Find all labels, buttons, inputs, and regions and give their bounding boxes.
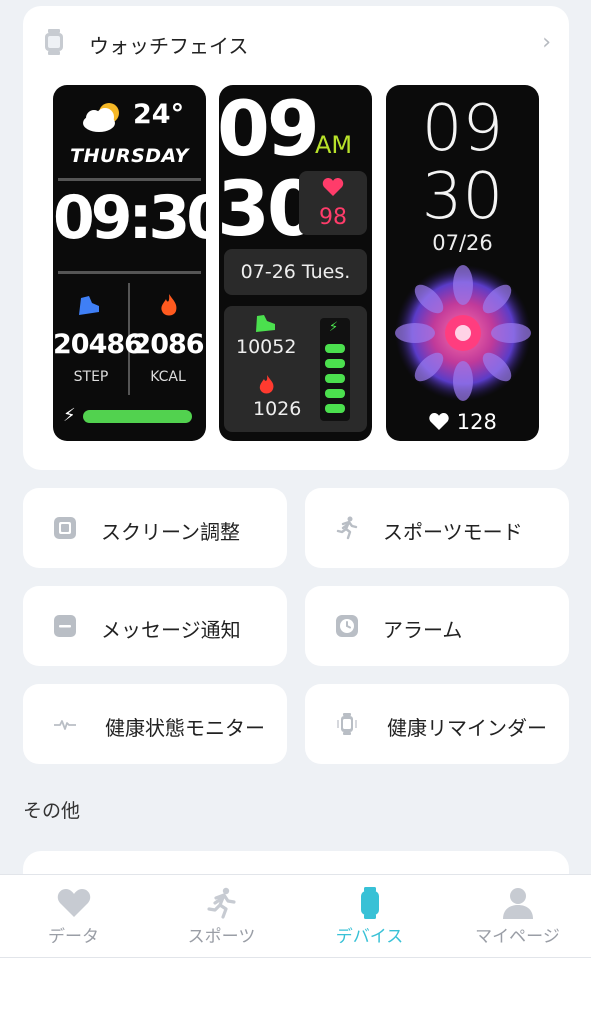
ampm: AM <box>315 131 353 159</box>
battery-segment <box>325 359 345 368</box>
tile-label: メッセージ通知 <box>101 618 241 642</box>
kcal-value: 1026 <box>253 398 302 420</box>
steps-value: 10052 <box>236 336 297 358</box>
battery-indicator: ⚡ <box>320 318 350 421</box>
person-icon <box>503 888 533 919</box>
pulse-icon <box>54 720 76 730</box>
weather-cloud-sun-icon <box>83 103 119 132</box>
section-title-other: その他 <box>23 800 81 822</box>
running-icon <box>336 516 358 540</box>
watch-icon <box>45 29 63 55</box>
charging-bolt-icon: ⚡ <box>329 320 339 335</box>
battery-segment <box>325 389 345 398</box>
running-icon <box>207 887 236 919</box>
flame-icon <box>259 375 274 394</box>
nav-item-mypage[interactable]: マイページ <box>444 875 591 957</box>
tile-health-monitor[interactable]: 健康状態モニター <box>23 684 287 764</box>
battery-segment <box>325 404 345 413</box>
heart-rate-box: 98 <box>299 171 367 235</box>
flame-icon <box>161 294 177 316</box>
heart-rate-value: 98 <box>319 205 347 230</box>
tile-label: 健康状態モニター <box>105 716 265 740</box>
nav-label: スポーツ <box>187 927 256 947</box>
steps-value: 20486 <box>53 329 143 360</box>
clock-icon <box>336 615 358 637</box>
tile-message-notification[interactable]: メッセージ通知 <box>23 586 287 666</box>
date: 07/26 <box>432 231 493 255</box>
nav-item-device[interactable]: デバイス <box>296 875 443 957</box>
battery-bar <box>83 410 192 423</box>
minute: 30 <box>421 160 504 234</box>
bottom-nav: データ スポーツ デバイス マイページ <box>0 874 591 958</box>
tile-label: スクリーン調整 <box>101 520 240 544</box>
nav-label: デバイス <box>335 927 404 947</box>
watch-icon <box>361 887 379 919</box>
battery-segment <box>325 344 345 353</box>
heart-icon <box>57 889 91 917</box>
kcal-unit: KCAL <box>150 369 186 385</box>
heart-icon <box>322 178 344 196</box>
tile-screen-adjust[interactable]: スクリーン調整 <box>23 488 287 568</box>
divider <box>58 271 201 274</box>
tile-health-reminder[interactable]: 健康リマインダー <box>305 684 569 764</box>
watchface-title: ウォッチフェイス <box>89 34 249 58</box>
battery-segment <box>325 374 345 383</box>
watchface-card: ウォッチフェイス › 24° THURSDAY 09:30 20486 2086… <box>23 6 569 470</box>
activity-box: 10052 1026 ⚡ <box>224 306 367 432</box>
nav-item-sports[interactable]: スポーツ <box>148 875 295 957</box>
date-box: 07-26 Tues. <box>224 249 367 295</box>
hour: 09 <box>421 92 504 166</box>
nav-label: データ <box>48 927 99 947</box>
tile-label: スポーツモード <box>383 520 523 544</box>
charging-bolt-icon: ⚡ <box>63 405 76 426</box>
watch-vibrate-icon <box>337 713 357 735</box>
nav-item-data[interactable]: データ <box>0 875 147 957</box>
tile-label: アラーム <box>383 618 463 642</box>
message-icon <box>54 615 76 637</box>
date: 07-26 Tues. <box>240 261 351 283</box>
shoe-icon <box>79 296 99 315</box>
temperature: 24° <box>133 99 185 130</box>
nav-label: マイページ <box>475 927 560 947</box>
hour: 09 <box>219 85 320 173</box>
steps-unit: STEP <box>73 369 109 385</box>
divider <box>58 178 201 181</box>
heart-rate: 128 <box>386 410 539 434</box>
watchface-option-1[interactable]: 24° THURSDAY 09:30 20486 2086 STEP KCAL … <box>53 85 206 441</box>
heart-icon <box>429 412 449 431</box>
flower-image <box>395 265 531 401</box>
tile-label: 健康リマインダー <box>387 716 547 740</box>
heart-rate-value: 128 <box>456 410 497 434</box>
screen-icon <box>54 517 76 539</box>
weekday: THURSDAY <box>70 145 189 167</box>
watchface-option-2[interactable]: 09 30 AM 98 07-26 Tues. 10052 1026 ⚡ <box>219 85 372 441</box>
chevron-right-icon[interactable]: › <box>542 30 551 55</box>
watchface-option-3[interactable]: 09 30 07/26 128 <box>386 85 539 441</box>
watchface-header[interactable]: ウォッチフェイス › <box>23 6 569 78</box>
tile-sports-mode[interactable]: スポーツモード <box>305 488 569 568</box>
time: 09:30 <box>53 183 206 253</box>
shoe-icon <box>256 315 275 332</box>
tile-alarm[interactable]: アラーム <box>305 586 569 666</box>
kcal-value: 2086 <box>132 329 204 360</box>
